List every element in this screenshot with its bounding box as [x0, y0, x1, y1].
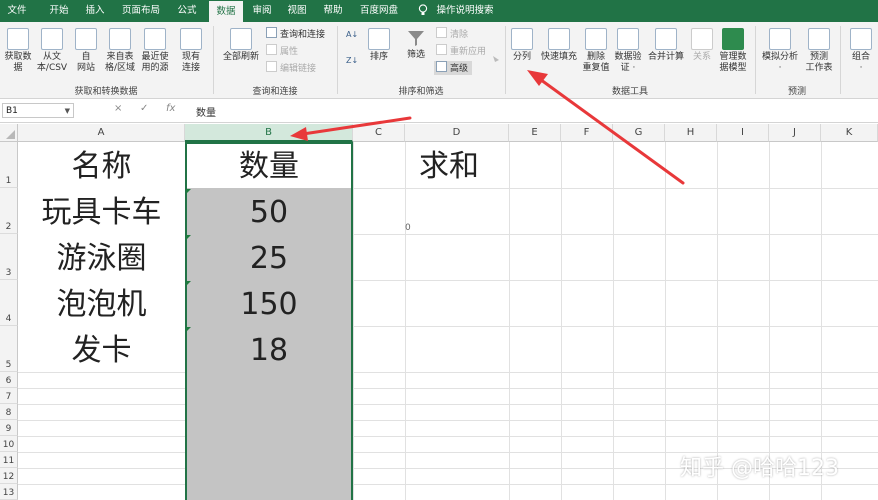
arrow-to-split-column	[527, 70, 685, 185]
cursor-icon	[493, 56, 499, 62]
arrow-to-column-b	[290, 116, 412, 141]
watermark: 知乎 @哈哈123	[680, 456, 839, 481]
annotation-arrows	[290, 56, 685, 185]
